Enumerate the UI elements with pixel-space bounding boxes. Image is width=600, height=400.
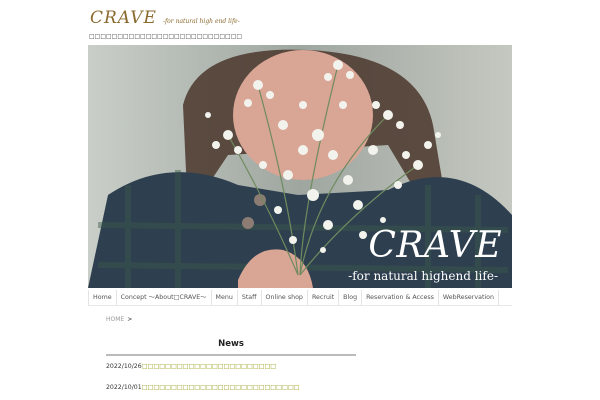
news-item: 2022/10/01 □□□□□□□□□□□□□□□□□□□□□□□□□□□ (106, 383, 406, 393)
hero-banner: CRAVE -for natural highend life- (88, 45, 512, 288)
breadcrumb-home-link[interactable]: HOME (106, 316, 124, 323)
nav-item-menu[interactable]: Menu (212, 289, 238, 306)
logo-wordmark: CRAVE (90, 8, 157, 28)
breadcrumb: HOME > (106, 316, 132, 323)
nav-item-home[interactable]: Home (88, 289, 117, 306)
nav-item-online-shop[interactable]: Online shop (262, 289, 308, 306)
news-item: 2022/10/26 □□□□□□□□□□□□□□□□□□□□□□□ (106, 362, 406, 372)
news-date: 2022/10/01 (106, 384, 142, 391)
breadcrumb-separator: > (127, 316, 133, 323)
site-logo[interactable]: CRAVE -for natural high end life- (90, 8, 240, 30)
news-date: 2022/10/26 (106, 363, 142, 370)
nav-item-concept[interactable]: Concept ～About□CRAVE～ (117, 289, 212, 306)
news-heading: News (218, 339, 244, 349)
site-description: □□□□□□□□□□□□□□□□□□□□□□□□□□□ (89, 33, 243, 40)
news-link[interactable]: □□□□□□□□□□□□□□□□□□□□□□□ (142, 362, 276, 372)
nav-item-recruit[interactable]: Recruit (308, 289, 340, 306)
news-divider (106, 354, 356, 356)
nav-item-staff[interactable]: Staff (238, 289, 262, 306)
nav-item-blog[interactable]: Blog (339, 289, 363, 306)
nav-item-reservation-access[interactable]: Reservation & Access (362, 289, 439, 306)
news-list: 2022/10/26 □□□□□□□□□□□□□□□□□□□□□□□ 2022/1… (106, 362, 406, 400)
main-nav: Home Concept ～About□CRAVE～ Menu Staff On… (88, 289, 512, 306)
hero-subtitle: -for natural highend life- (348, 269, 498, 283)
news-link[interactable]: □□□□□□□□□□□□□□□□□□□□□□□□□□□ (142, 383, 300, 393)
logo-tagline: -for natural high end life- (162, 18, 240, 25)
hero-title: CRAVE (368, 225, 502, 266)
nav-item-web-reservation[interactable]: WebReservation (439, 289, 500, 306)
